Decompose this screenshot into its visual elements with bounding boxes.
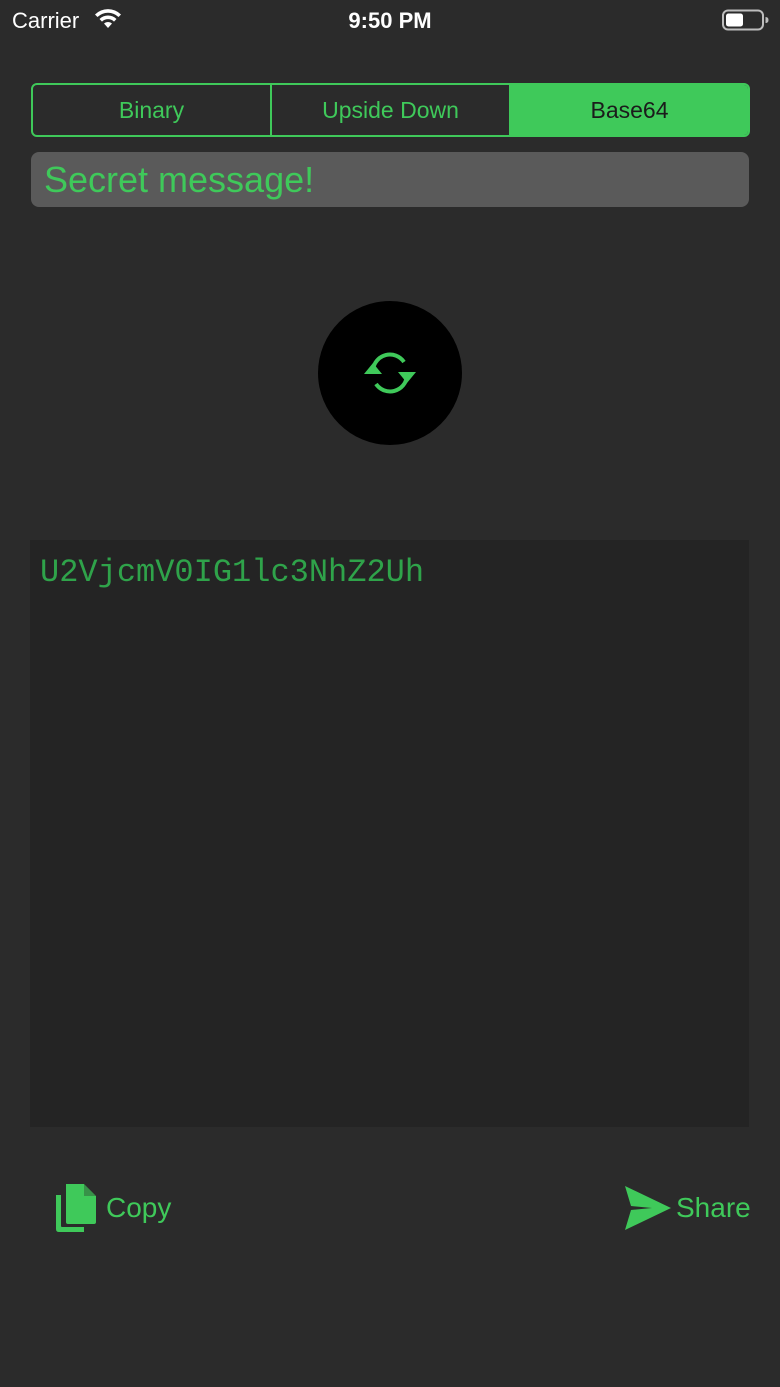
- app-screen: Carrier 9:50 PM Binary Upside Down Base6…: [0, 0, 780, 1387]
- status-time: 9:50 PM: [348, 8, 432, 33]
- share-label: Share: [676, 1192, 751, 1223]
- copy-button[interactable]: Copy: [54, 1182, 171, 1234]
- status-bar: Carrier 9:50 PM: [0, 0, 780, 40]
- segment-base64[interactable]: Base64: [511, 85, 748, 135]
- copy-label: Copy: [106, 1192, 172, 1223]
- copy-icon: [56, 1184, 96, 1232]
- battery-icon: [722, 9, 769, 31]
- message-input[interactable]: [31, 152, 749, 207]
- segment-binary[interactable]: Binary: [33, 85, 272, 135]
- share-button[interactable]: Share: [624, 1182, 751, 1234]
- segment-upside-down[interactable]: Upside Down: [272, 85, 511, 135]
- output-text: U2VjcmV0IG1lc3NhZ2Uh: [40, 554, 425, 591]
- encoding-segmented-control: Binary Upside Down Base64: [31, 83, 750, 137]
- convert-button[interactable]: [318, 301, 462, 445]
- output-text-area[interactable]: U2VjcmV0IG1lc3NhZ2Uh: [30, 540, 749, 1127]
- refresh-icon: [364, 352, 416, 394]
- send-icon: [625, 1186, 671, 1230]
